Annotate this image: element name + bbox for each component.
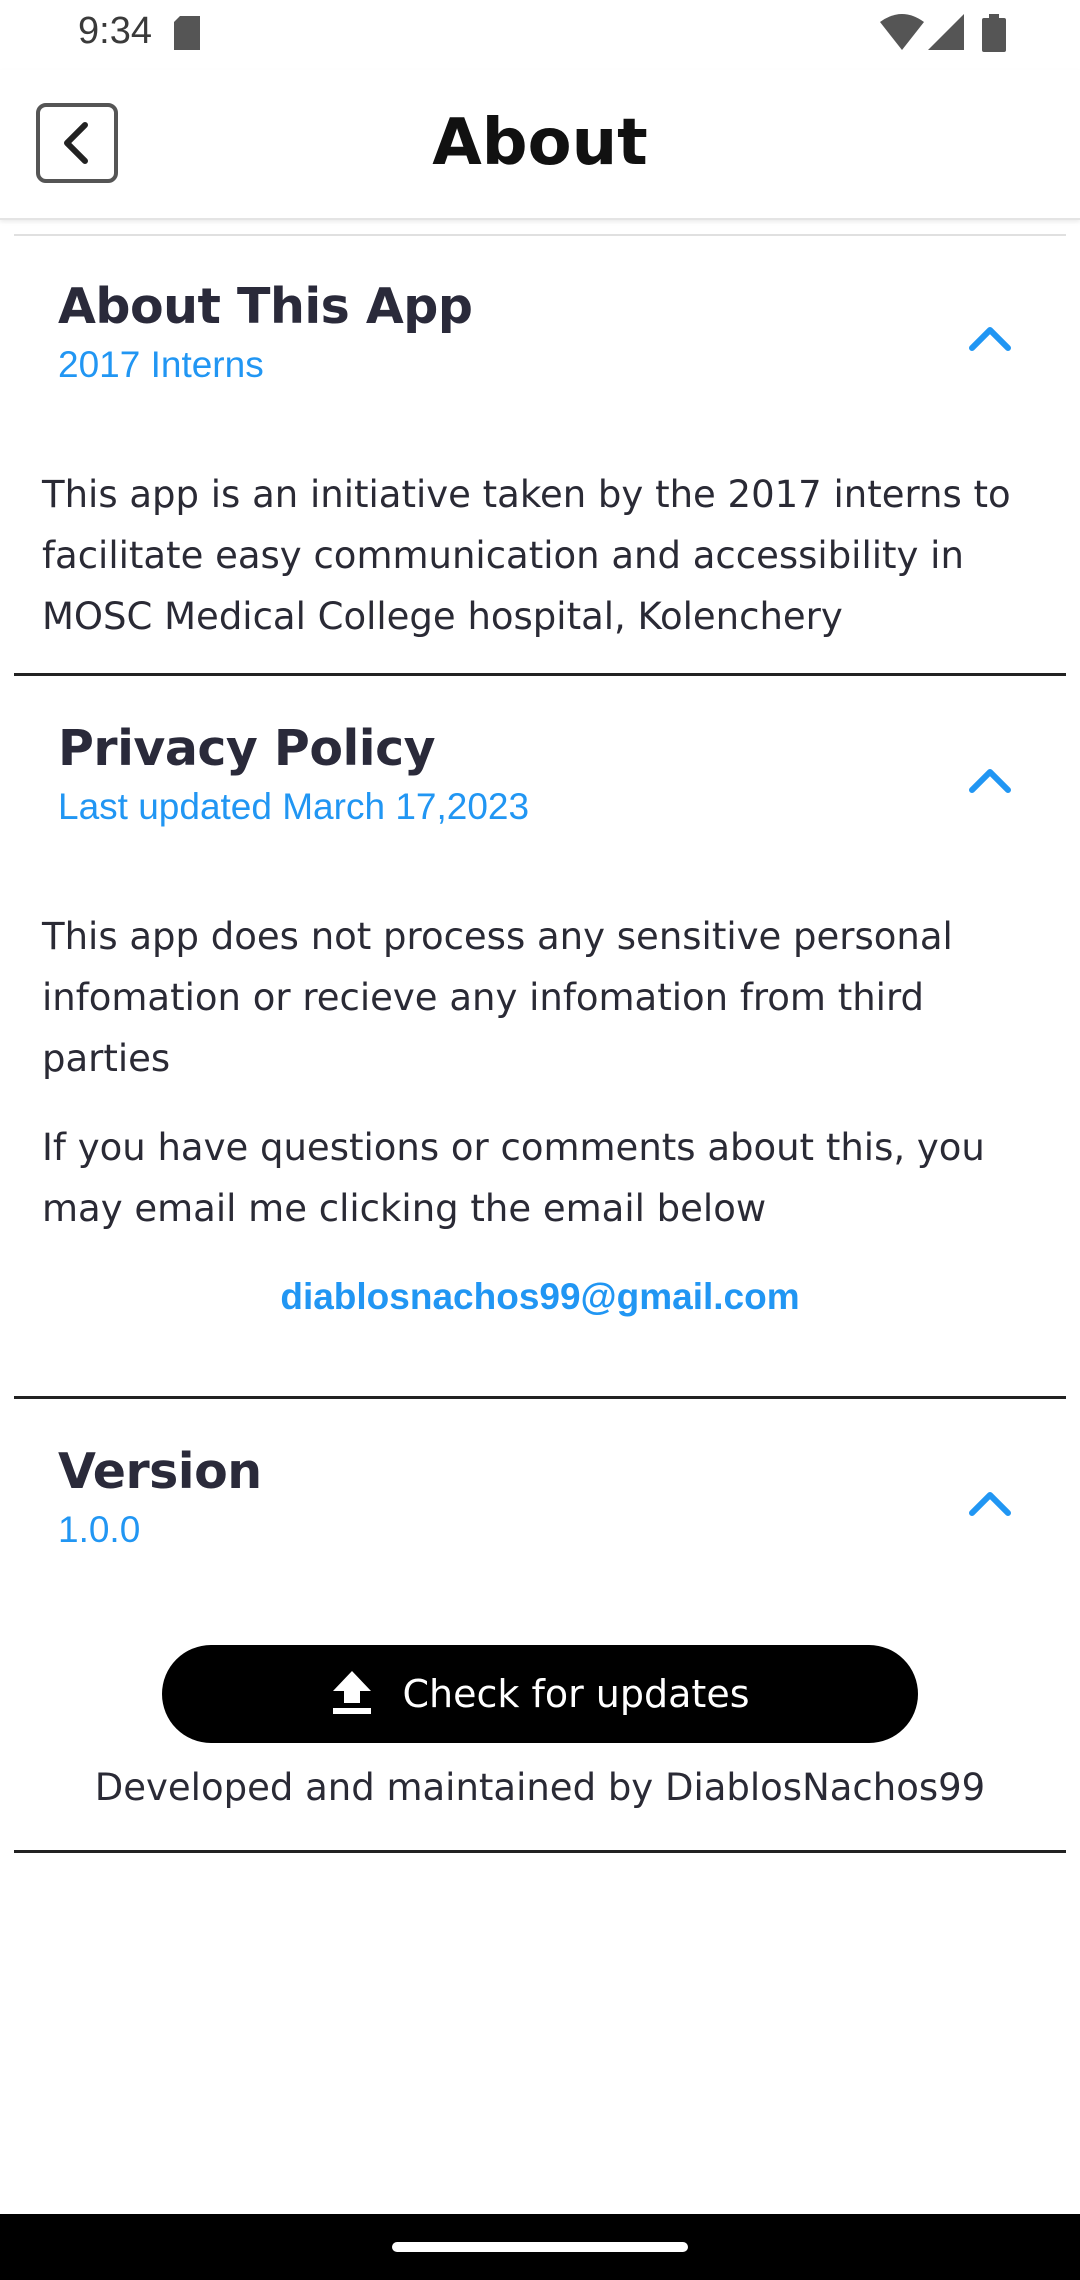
divider: [14, 234, 1066, 236]
developer-credit: Developed and maintained by DiablosNacho…: [94, 1766, 986, 1809]
upload-icon: [332, 1671, 371, 1714]
privacy-section-title[interactable]: Privacy Policy: [58, 720, 436, 777]
chevron-up-icon[interactable]: [966, 318, 1014, 354]
about-section-title[interactable]: About This App: [58, 278, 473, 335]
divider: [14, 1850, 1066, 1853]
chevron-up-icon[interactable]: [966, 760, 1014, 796]
privacy-description: This app does not process any sensitive …: [42, 915, 953, 1080]
home-indicator[interactable]: [392, 2242, 688, 2252]
check-for-updates-label: Check for updates: [402, 1672, 750, 1716]
navigation-bar: [0, 2214, 1080, 2280]
privacy-contact-text: If you have questions or comments about …: [42, 1126, 985, 1230]
wifi-icon: [880, 14, 924, 50]
about-section-subtitle: 2017 Interns: [58, 344, 264, 385]
battery-icon: [982, 14, 1006, 52]
sd-card-icon: [174, 16, 200, 50]
about-description: This app is an initiative taken by the 2…: [42, 473, 1011, 638]
divider: [14, 673, 1066, 676]
divider: [14, 1396, 1066, 1399]
version-section-title[interactable]: Version: [58, 1443, 262, 1500]
check-for-updates-button[interactable]: Check for updates: [162, 1645, 918, 1743]
page-title: About: [432, 106, 648, 180]
privacy-section-subtitle: Last updated March 17,2023: [58, 786, 530, 827]
chevron-up-icon[interactable]: [966, 1483, 1014, 1519]
status-bar: 9:34: [0, 0, 1080, 70]
email-link[interactable]: diablosnachos99@gmail.com: [0, 1276, 1080, 1318]
signal-icon: [928, 14, 964, 50]
version-number: 1.0.0: [58, 1509, 141, 1550]
app-bar: About: [0, 70, 1080, 220]
status-time: 9:34: [78, 10, 152, 52]
